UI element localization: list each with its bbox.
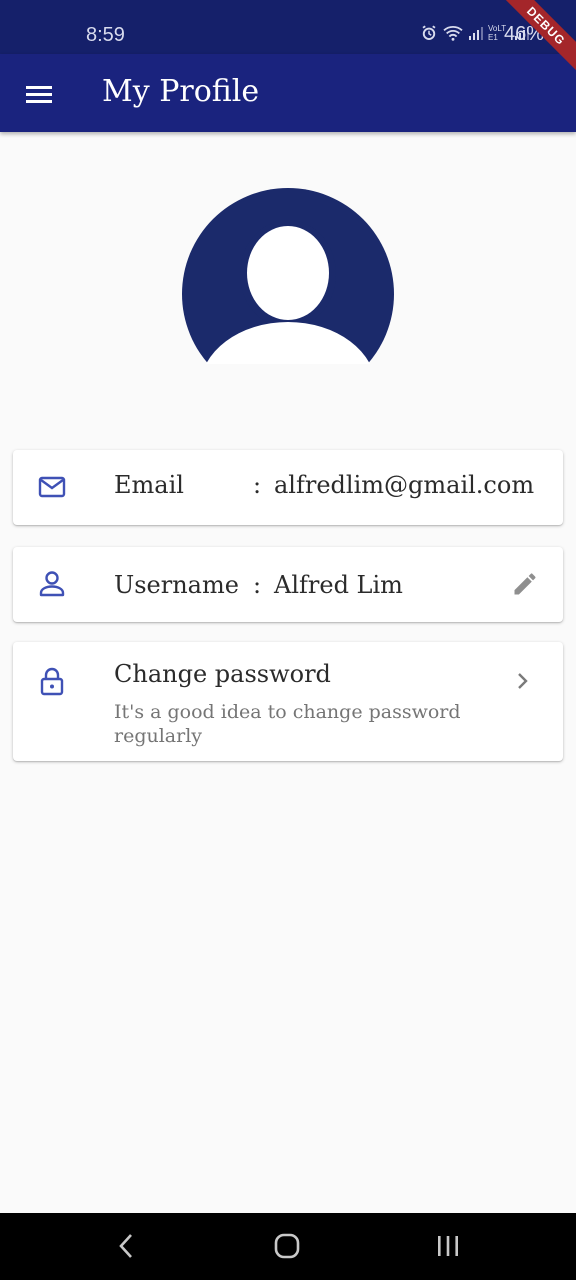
menu-icon[interactable]: [22, 78, 56, 110]
edit-icon[interactable]: [511, 570, 539, 598]
home-icon[interactable]: [272, 1231, 302, 1261]
app-bar: My Profile: [0, 54, 576, 132]
email-value: alfredlim@gmail.com: [274, 471, 535, 499]
status-bar: 8:59 VoLTE1 46%: [0, 0, 576, 54]
username-value: Alfred Lim: [274, 571, 403, 599]
page-title: My Profile: [102, 74, 260, 109]
mail-icon: [38, 476, 66, 498]
email-card: Email : alfredlim@gmail.com: [13, 450, 563, 525]
change-password-subtitle: It's a good idea to change password regu…: [114, 701, 461, 747]
username-label: Username: [114, 571, 239, 599]
system-nav-bar: [0, 1213, 576, 1280]
recent-apps-icon[interactable]: [434, 1231, 462, 1261]
wifi-icon: [443, 26, 463, 41]
lock-icon: [40, 667, 64, 696]
change-password-title: Change password: [114, 660, 331, 688]
change-password-card[interactable]: Change password It's a good idea to chan…: [13, 642, 563, 761]
username-card: Username : Alfred Lim: [13, 547, 563, 622]
alarm-icon: [422, 25, 436, 40]
username-separator: :: [253, 571, 262, 599]
email-separator: :: [253, 471, 262, 499]
status-time: 8:59: [86, 24, 125, 46]
email-label: Email: [114, 471, 184, 499]
signal-icon: [469, 27, 483, 40]
account-circle-icon: [182, 188, 394, 364]
back-icon[interactable]: [114, 1231, 138, 1261]
person-icon: [39, 571, 65, 597]
chevron-right-icon: [518, 673, 528, 689]
